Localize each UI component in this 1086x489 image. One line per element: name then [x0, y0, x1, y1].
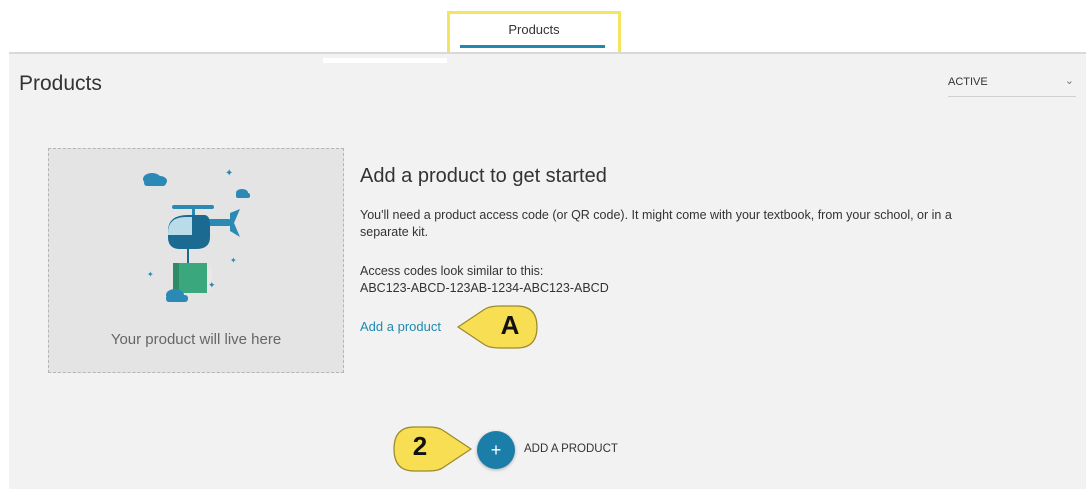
page-title: Products [19, 72, 102, 95]
empty-state-description: You'll need a product access code (or QR… [360, 208, 952, 239]
chevron-down-icon: ⌄ [1064, 75, 1074, 87]
divider [323, 58, 447, 63]
placeholder-caption: Your product will live here [110, 331, 282, 348]
helicopter-illustration-icon: ✦ ✦ ✦ ✦ [143, 168, 250, 302]
add-product-button-label[interactable]: ADD A PRODUCT [524, 443, 618, 455]
add-product-button[interactable]: + [477, 431, 515, 469]
empty-state-heading: Add a product to get started [360, 165, 607, 187]
svg-text:✦: ✦ [147, 270, 154, 279]
status-filter-select[interactable]: ACTIVE ⌄ [948, 75, 1076, 97]
add-product-link[interactable]: Add a product [360, 319, 441, 334]
access-code-example: ABC123-ABCD-123AB-1234-ABC123-ABCD [360, 281, 609, 295]
svg-text:✦: ✦ [230, 256, 237, 265]
svg-text:✦: ✦ [208, 280, 216, 290]
tab-products[interactable]: Products [447, 22, 621, 37]
callout-2-label: 2 [412, 431, 428, 461]
svg-text:✦: ✦ [225, 168, 233, 179]
status-filter-value: ACTIVE [948, 76, 988, 88]
active-tab-indicator [460, 45, 605, 48]
callout-a-label: A [500, 310, 520, 340]
access-code-label: Access codes look similar to this: [360, 264, 544, 278]
